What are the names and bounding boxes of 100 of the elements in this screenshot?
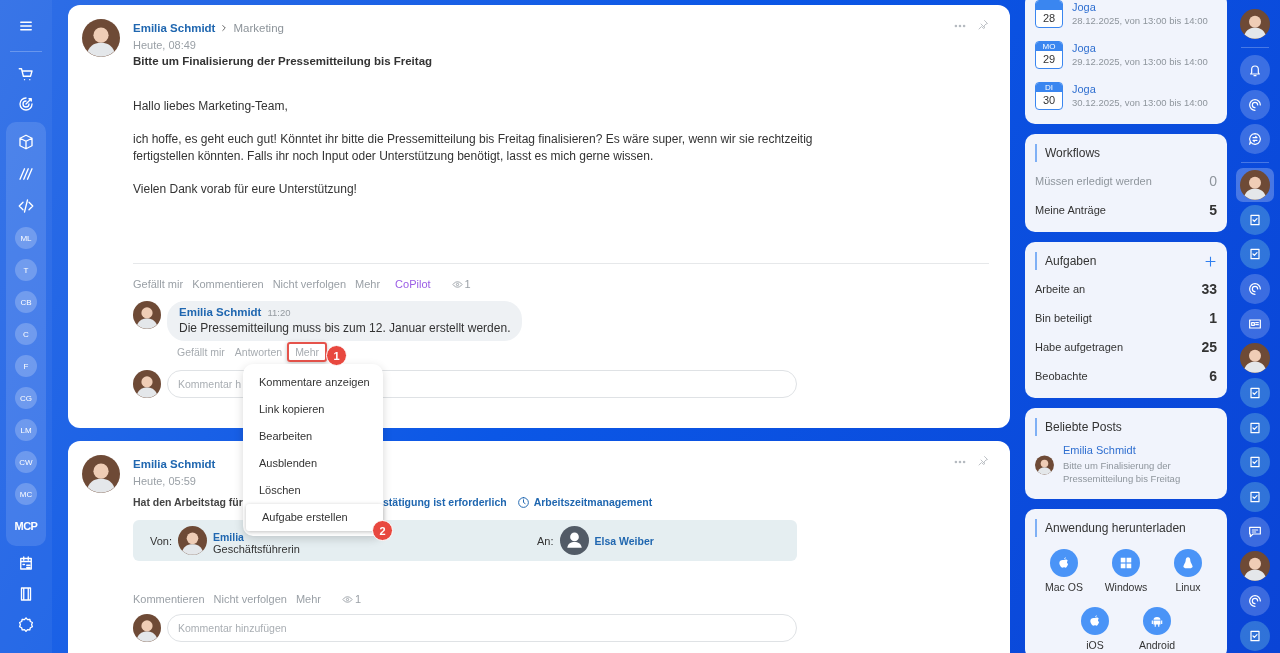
menu-item[interactable]: Bearbeiten: [243, 423, 383, 450]
chat-swap-icon[interactable]: [1247, 131, 1263, 148]
row-label[interactable]: Müssen erledigt werden: [1035, 174, 1152, 187]
post-author[interactable]: Emilia Schmidt: [1062, 444, 1217, 456]
to-name[interactable]: Elsa Weiber: [594, 534, 654, 547]
row-count: 25: [1201, 338, 1217, 355]
post-time: Heute, 08:49: [133, 38, 197, 53]
paragraph: Vielen Dank vorab für eure Unterstützung!: [133, 181, 358, 198]
action-link[interactable]: Kommentieren: [133, 593, 205, 605]
eye-icon: [342, 593, 353, 605]
nav-item[interactable]: MC: [15, 483, 37, 506]
paragraph: Hallo liebes Marketing-Team,: [133, 98, 289, 115]
comment-field[interactable]: Kommentar hinzufügen: [167, 614, 797, 642]
robot-icon: [1150, 614, 1164, 628]
nav-item[interactable]: F: [15, 355, 37, 378]
event-time: 30.12.2025, von 13:00 bis 14:00: [1072, 97, 1208, 108]
day-number: 29: [1041, 51, 1057, 67]
author-link[interactable]: Emilia Schmidt: [133, 458, 216, 470]
card-title: Anwendung herunterladen: [1045, 521, 1186, 535]
summary-link[interactable]: stätigung ist erforderlich: [383, 496, 507, 508]
paragraph: ich hoffe, es geht euch gut! Könntet ihr bitte die Pressemitteilung bis Freitag finalisieren? Es wäre super, wenn wir sie rechtzeitig fertigstellen könnten. Falls ihr noch Input oder Unterstützung benötigt, lasst es mich gerne wissen.: [133, 131, 813, 165]
action-link[interactable]: Mehr: [295, 593, 321, 605]
post-time: Heute, 05:59: [133, 474, 197, 489]
nav-item[interactable]: CW: [15, 451, 37, 474]
app-label[interactable]: iOS: [1086, 639, 1104, 651]
event-title[interactable]: Joga: [1072, 42, 1208, 54]
avatar: [133, 614, 161, 642]
recipient-label: Marketing: [233, 22, 284, 34]
avatar: [82, 19, 120, 57]
bell-icon[interactable]: [1247, 62, 1263, 78]
menu-item[interactable]: Link kopieren: [243, 396, 383, 423]
apple-icon: [1057, 556, 1071, 570]
comment-time: 11:20: [267, 307, 291, 318]
action-link[interactable]: Mehr: [287, 342, 328, 362]
cube-icon[interactable]: [17, 133, 35, 152]
action-link[interactable]: Gefällt mir: [172, 342, 230, 362]
spiral-icon[interactable]: [1247, 593, 1263, 610]
eye-icon: [451, 278, 463, 290]
card-title: Workflows: [1045, 146, 1101, 160]
summary-text: Hat den Arbeitstag für: [133, 496, 243, 508]
settings-icon[interactable]: [17, 616, 35, 635]
author-link[interactable]: Emilia Schmidt: [133, 22, 216, 34]
action-link[interactable]: Nicht verfolgen: [213, 593, 287, 605]
event-title[interactable]: Joga: [1072, 1, 1208, 13]
app-label[interactable]: Android: [1138, 639, 1176, 651]
weekday-label: MO: [1036, 41, 1062, 51]
row-count: 1: [1209, 309, 1217, 326]
windows-icon: [1119, 556, 1133, 570]
event-title[interactable]: Joga: [1072, 83, 1208, 95]
nav-item[interactable]: T: [15, 259, 37, 282]
row-label[interactable]: Habe aufgetragen: [1035, 340, 1124, 353]
row-label[interactable]: Bin beteiligt: [1035, 311, 1092, 324]
calendar-icon[interactable]: [17, 554, 35, 573]
nav-item[interactable]: CB: [15, 291, 37, 314]
app-label[interactable]: Mac OS: [1045, 581, 1083, 593]
row-count: 5: [1209, 201, 1217, 218]
row-label[interactable]: Arbeite an: [1035, 282, 1086, 295]
spiral-icon[interactable]: [1247, 281, 1263, 298]
card-title: Aufgaben: [1045, 254, 1097, 268]
source-link[interactable]: Arbeitszeitmanagement: [533, 496, 653, 508]
apple-icon: [1088, 614, 1102, 628]
from-role: Geschäftsführerin: [213, 543, 300, 555]
nav-item[interactable]: C: [15, 323, 37, 346]
action-link[interactable]: Gefällt mir: [133, 278, 184, 290]
event-time: 28.12.2025, von 13:00 bis 14:00: [1072, 15, 1208, 26]
menu-item[interactable]: Kommentare anzeigen: [243, 369, 383, 396]
user-icon: [559, 526, 589, 555]
nav-item[interactable]: LM: [15, 419, 37, 442]
spiral-icon[interactable]: [1247, 96, 1263, 113]
avatar: [178, 526, 208, 555]
comment-text: Die Pressemitteilung muss bis zum 12. Januar erstellt werden.: [179, 320, 511, 336]
avatar: [133, 301, 161, 329]
row-label[interactable]: Beobachte: [1035, 369, 1088, 382]
nav-item[interactable]: ML: [15, 227, 37, 250]
app-label[interactable]: Linux: [1175, 581, 1201, 593]
post-title: Bitte um Finalisierung der Pressemitteilung bis Freitag: [133, 54, 433, 69]
day-number: 28: [1041, 10, 1057, 26]
view-count: 1: [464, 278, 471, 290]
target-icon[interactable]: [17, 95, 35, 113]
code-icon[interactable]: [17, 197, 35, 216]
row-label[interactable]: Meine Anträge: [1035, 203, 1106, 216]
nav-item[interactable]: CG: [15, 387, 37, 410]
action-link[interactable]: Nicht verfolgen: [272, 278, 347, 290]
post-excerpt[interactable]: Bitte um Finalisierung der Pressemitteilung bis Freitag: [1062, 459, 1217, 485]
avatar: [133, 370, 161, 398]
avatar: [82, 455, 120, 493]
menu-item[interactable]: Löschen: [243, 477, 383, 504]
app-label[interactable]: Windows: [1104, 581, 1148, 593]
action-link[interactable]: Mehr: [355, 278, 381, 290]
view-count: 1: [355, 593, 362, 605]
clock-icon: [516, 495, 530, 509]
menu-item[interactable]: Ausblenden: [243, 450, 383, 477]
comment-author[interactable]: Emilia Schmidt: [179, 306, 262, 318]
plus-icon[interactable]: [1204, 254, 1217, 268]
event-time: 29.12.2025, von 13:00 bis 14:00: [1072, 56, 1208, 67]
copilot-link[interactable]: CoPilot: [395, 278, 431, 290]
row-count: 0: [1209, 172, 1217, 189]
row-count: 33: [1201, 280, 1217, 297]
action-link[interactable]: Kommentieren: [192, 278, 264, 290]
action-link[interactable]: Antworten: [229, 342, 288, 362]
